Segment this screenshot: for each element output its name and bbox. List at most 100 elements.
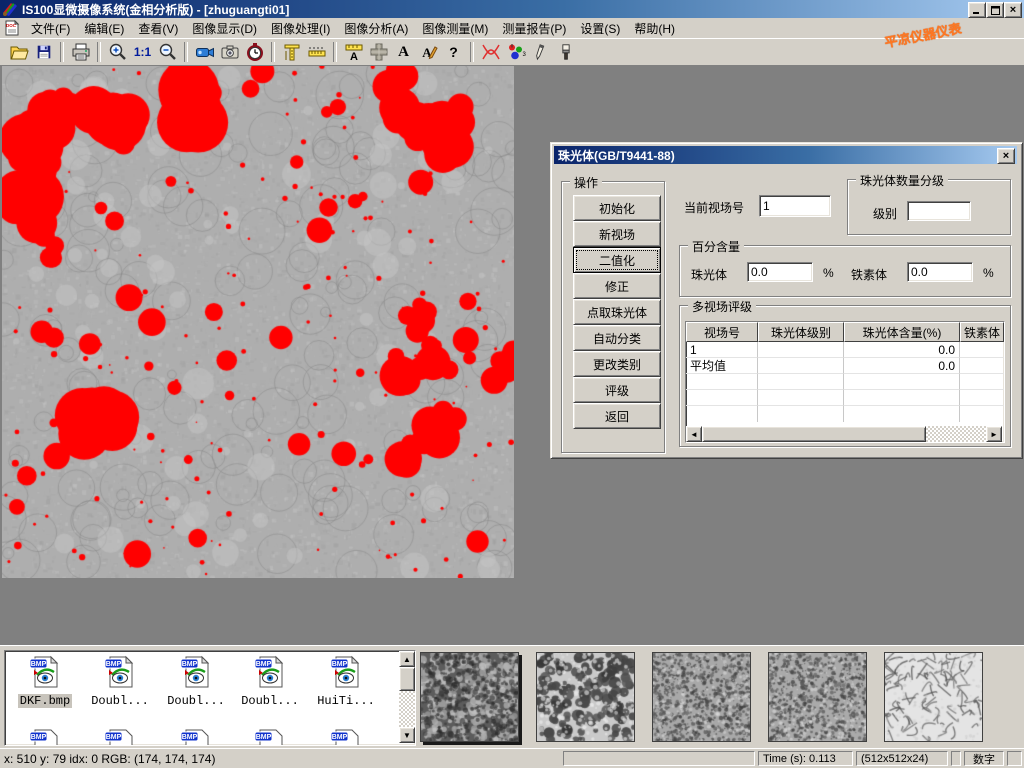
- close-button[interactable]: ×: [1004, 2, 1022, 18]
- print-icon[interactable]: [68, 40, 93, 64]
- color-classify-icon[interactable]: 3: [503, 40, 528, 64]
- cell-ferrite: [960, 342, 1004, 358]
- file-item[interactable]: BMP HuiTi...: [311, 654, 381, 708]
- menu-file[interactable]: 文件(F): [24, 18, 77, 39]
- menu-image-display[interactable]: 图像显示(D): [185, 18, 264, 39]
- menu-image-analysis[interactable]: 图像分析(A): [337, 18, 415, 39]
- grid-tool-icon[interactable]: [366, 40, 391, 64]
- svg-text:DOC: DOC: [6, 23, 17, 28]
- text-annotate-label: A: [398, 44, 409, 61]
- file-name[interactable]: HuiTi...: [315, 694, 377, 708]
- curve-tool-icon[interactable]: [478, 40, 503, 64]
- file-item[interactable]: BMP DKF.bmp: [10, 654, 80, 708]
- camera-capture-icon[interactable]: [217, 40, 242, 64]
- pick-tool-icon[interactable]: [528, 40, 553, 64]
- rating-table-header: 视场号 珠光体级别 珠光体含量(%) 铁素体: [686, 322, 1004, 342]
- initialize-button[interactable]: 初始化: [573, 195, 661, 221]
- table-row[interactable]: [686, 374, 1004, 390]
- rating-table[interactable]: 视场号 珠光体级别 珠光体含量(%) 铁素体 1 0.0 平均值 0.0: [685, 321, 1005, 443]
- menu-measure-report[interactable]: 测量报告(P): [495, 18, 573, 39]
- file-item[interactable]: BMP: [161, 727, 231, 746]
- file-browser-vscrollbar[interactable]: ▲ ▼: [399, 651, 415, 743]
- scroll-up-icon[interactable]: ▲: [399, 651, 415, 667]
- binarize-button[interactable]: 二值化: [573, 247, 661, 273]
- file-item[interactable]: BMP: [235, 727, 305, 746]
- percentage-group-label: 百分含量: [688, 238, 744, 255]
- toolbar: 1:1 A A A: [0, 38, 1024, 66]
- text-edit-icon[interactable]: A: [416, 40, 441, 64]
- file-name[interactable]: DKF.bmp: [18, 694, 72, 708]
- thumbnail-image-5[interactable]: [884, 652, 983, 742]
- fill-brush-icon[interactable]: [553, 40, 578, 64]
- text-annotate-icon[interactable]: A: [391, 40, 416, 64]
- menu-image-process[interactable]: 图像处理(I): [264, 18, 337, 39]
- pick-pearlite-button[interactable]: 点取珠光体: [573, 299, 661, 325]
- file-item[interactable]: BMP: [311, 727, 381, 746]
- file-item[interactable]: BMP Doubl...: [161, 654, 231, 708]
- file-item[interactable]: BMP: [10, 727, 80, 746]
- file-name[interactable]: Doubl...: [239, 694, 301, 708]
- workspace: 珠光体(GB/T9441-88) × 操作 初始化 新视场 二值化 修正 点取珠…: [0, 66, 1024, 645]
- zoom-in-icon[interactable]: [105, 40, 130, 64]
- level-input[interactable]: [907, 201, 971, 221]
- scroll-thumb[interactable]: [702, 426, 926, 442]
- rate-button[interactable]: 评级: [573, 377, 661, 403]
- caliper-measure-icon[interactable]: [279, 40, 304, 64]
- cell-field-no: 平均值: [686, 358, 758, 374]
- scroll-right-icon[interactable]: ►: [986, 426, 1002, 442]
- current-field-input[interactable]: [759, 195, 831, 217]
- text-measure-icon[interactable]: A: [341, 40, 366, 64]
- zoom-out-icon[interactable]: [155, 40, 180, 64]
- return-button[interactable]: 返回: [573, 403, 661, 429]
- col-field-no[interactable]: 视场号: [686, 322, 758, 342]
- scroll-down-icon[interactable]: ▼: [399, 727, 415, 743]
- dialog-close-icon: ×: [1003, 151, 1009, 162]
- thumbnail-image-4[interactable]: [768, 652, 867, 742]
- menu-edit[interactable]: 编辑(E): [77, 18, 131, 39]
- thumbnail-image-1[interactable]: [420, 652, 519, 742]
- table-row[interactable]: 平均值 0.0: [686, 358, 1004, 374]
- length-measure-icon[interactable]: [304, 40, 329, 64]
- file-item[interactable]: BMP Doubl...: [235, 654, 305, 708]
- maximize-button[interactable]: [986, 2, 1004, 18]
- table-hscrollbar[interactable]: ◄ ►: [686, 426, 1002, 442]
- thumbnail-image-2[interactable]: [536, 652, 635, 742]
- change-class-button[interactable]: 更改类别: [573, 351, 661, 377]
- file-item[interactable]: BMP: [85, 727, 155, 746]
- dialog-close-button[interactable]: ×: [997, 148, 1015, 164]
- file-name[interactable]: Doubl...: [89, 694, 151, 708]
- auto-classify-button[interactable]: 自动分类: [573, 325, 661, 351]
- scroll-left-icon[interactable]: ◄: [686, 426, 702, 442]
- file-browser[interactable]: BMP DKF.bmp BMP Doubl...: [4, 650, 416, 746]
- col-level[interactable]: 珠光体级别: [758, 322, 844, 342]
- minimize-icon: [973, 6, 981, 14]
- save-icon[interactable]: [31, 40, 56, 64]
- table-row[interactable]: [686, 390, 1004, 406]
- menu-view[interactable]: 查看(V): [131, 18, 185, 39]
- table-row[interactable]: 1 0.0: [686, 342, 1004, 358]
- thumbnail-image-3[interactable]: [652, 652, 751, 742]
- file-name[interactable]: Doubl...: [165, 694, 227, 708]
- ferrite-input[interactable]: [907, 262, 973, 282]
- table-row[interactable]: [686, 406, 1004, 422]
- minimize-button[interactable]: [968, 2, 986, 18]
- col-pearlite-pct[interactable]: 珠光体含量(%): [844, 322, 960, 342]
- video-capture-icon[interactable]: [192, 40, 217, 64]
- cell-pearlite-pct: 0.0: [844, 342, 960, 358]
- metallographic-image[interactable]: [2, 66, 514, 578]
- correct-button[interactable]: 修正: [573, 273, 661, 299]
- file-item[interactable]: BMP Doubl...: [85, 654, 155, 708]
- open-icon[interactable]: [6, 40, 31, 64]
- new-field-button[interactable]: 新视场: [573, 221, 661, 247]
- scroll-thumb[interactable]: [399, 667, 415, 691]
- menu-help[interactable]: 帮助(H): [627, 18, 682, 39]
- menu-settings[interactable]: 设置(S): [573, 18, 627, 39]
- menu-image-measure[interactable]: 图像测量(M): [415, 18, 495, 39]
- col-ferrite[interactable]: 铁素体: [960, 322, 1004, 342]
- help-icon[interactable]: ?: [441, 40, 466, 64]
- svg-text:BMP: BMP: [332, 734, 348, 741]
- actual-size-icon[interactable]: 1:1: [130, 40, 155, 64]
- timer-clock-icon[interactable]: [242, 40, 267, 64]
- pearlite-input[interactable]: [747, 262, 813, 282]
- dialog-title-bar[interactable]: 珠光体(GB/T9441-88) ×: [554, 146, 1017, 164]
